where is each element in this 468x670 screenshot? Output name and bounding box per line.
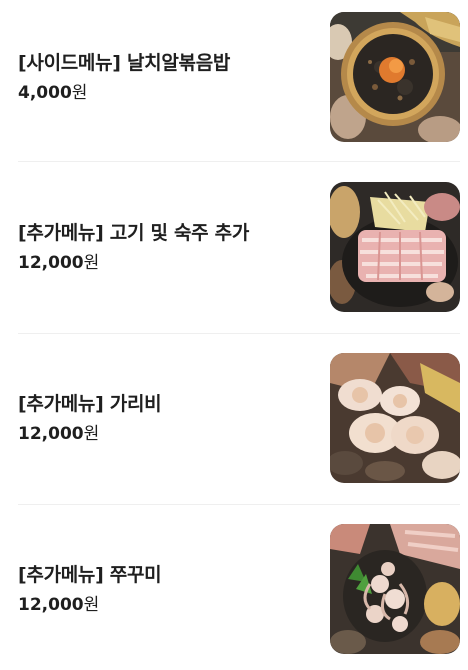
menu-item-price: 4,000원	[18, 82, 318, 104]
divider	[18, 333, 460, 334]
menu-item-name: [추가메뉴] 고기 및 숙주 추가	[18, 222, 250, 244]
menu-item-name: [사이드메뉴] 날치알볶음밥	[18, 52, 231, 74]
baby-octopus-photo	[330, 524, 460, 654]
price-unit: 원	[83, 595, 100, 615]
price-unit: 원	[83, 424, 100, 444]
price-number: 12,000	[18, 595, 84, 615]
divider	[18, 504, 460, 505]
menu-item-meat-sprouts[interactable]: [추가메뉴] 고기 및 숙주 추가 12,000원	[18, 182, 460, 312]
menu-item-text: [추가메뉴] 가리비 12,000원	[18, 353, 318, 483]
menu-item-price: 12,000원	[18, 252, 318, 274]
menu-item-text: [추가메뉴] 고기 및 숙주 추가 12,000원	[18, 182, 318, 312]
price-unit: 원	[71, 83, 88, 103]
fried-rice-photo	[330, 12, 460, 142]
menu-item-price: 12,000원	[18, 594, 318, 616]
scallops-photo	[330, 353, 460, 483]
price-unit: 원	[83, 253, 100, 273]
menu-item-text: [추가메뉴] 쭈꾸미 12,000원	[18, 524, 318, 654]
menu-item-scallops[interactable]: [추가메뉴] 가리비 12,000원	[18, 353, 460, 483]
menu-item-baby-octopus[interactable]: [추가메뉴] 쭈꾸미 12,000원	[18, 524, 460, 654]
menu-item-fried-rice[interactable]: [사이드메뉴] 날치알볶음밥 4,000원	[18, 12, 460, 142]
menu-item-text: [사이드메뉴] 날치알볶음밥 4,000원	[18, 12, 318, 142]
menu-item-name: [추가메뉴] 쭈꾸미	[18, 564, 162, 586]
pork-and-sprouts-photo	[330, 182, 460, 312]
menu-item-name: [추가메뉴] 가리비	[18, 393, 162, 415]
divider	[18, 161, 460, 162]
menu-list: [사이드메뉴] 날치알볶음밥 4,000원 [추가메뉴] 고기 및 숙주 추가 …	[0, 0, 468, 670]
menu-item-price: 12,000원	[18, 423, 318, 445]
price-number: 4,000	[18, 83, 72, 103]
price-number: 12,000	[18, 424, 84, 444]
price-number: 12,000	[18, 253, 84, 273]
